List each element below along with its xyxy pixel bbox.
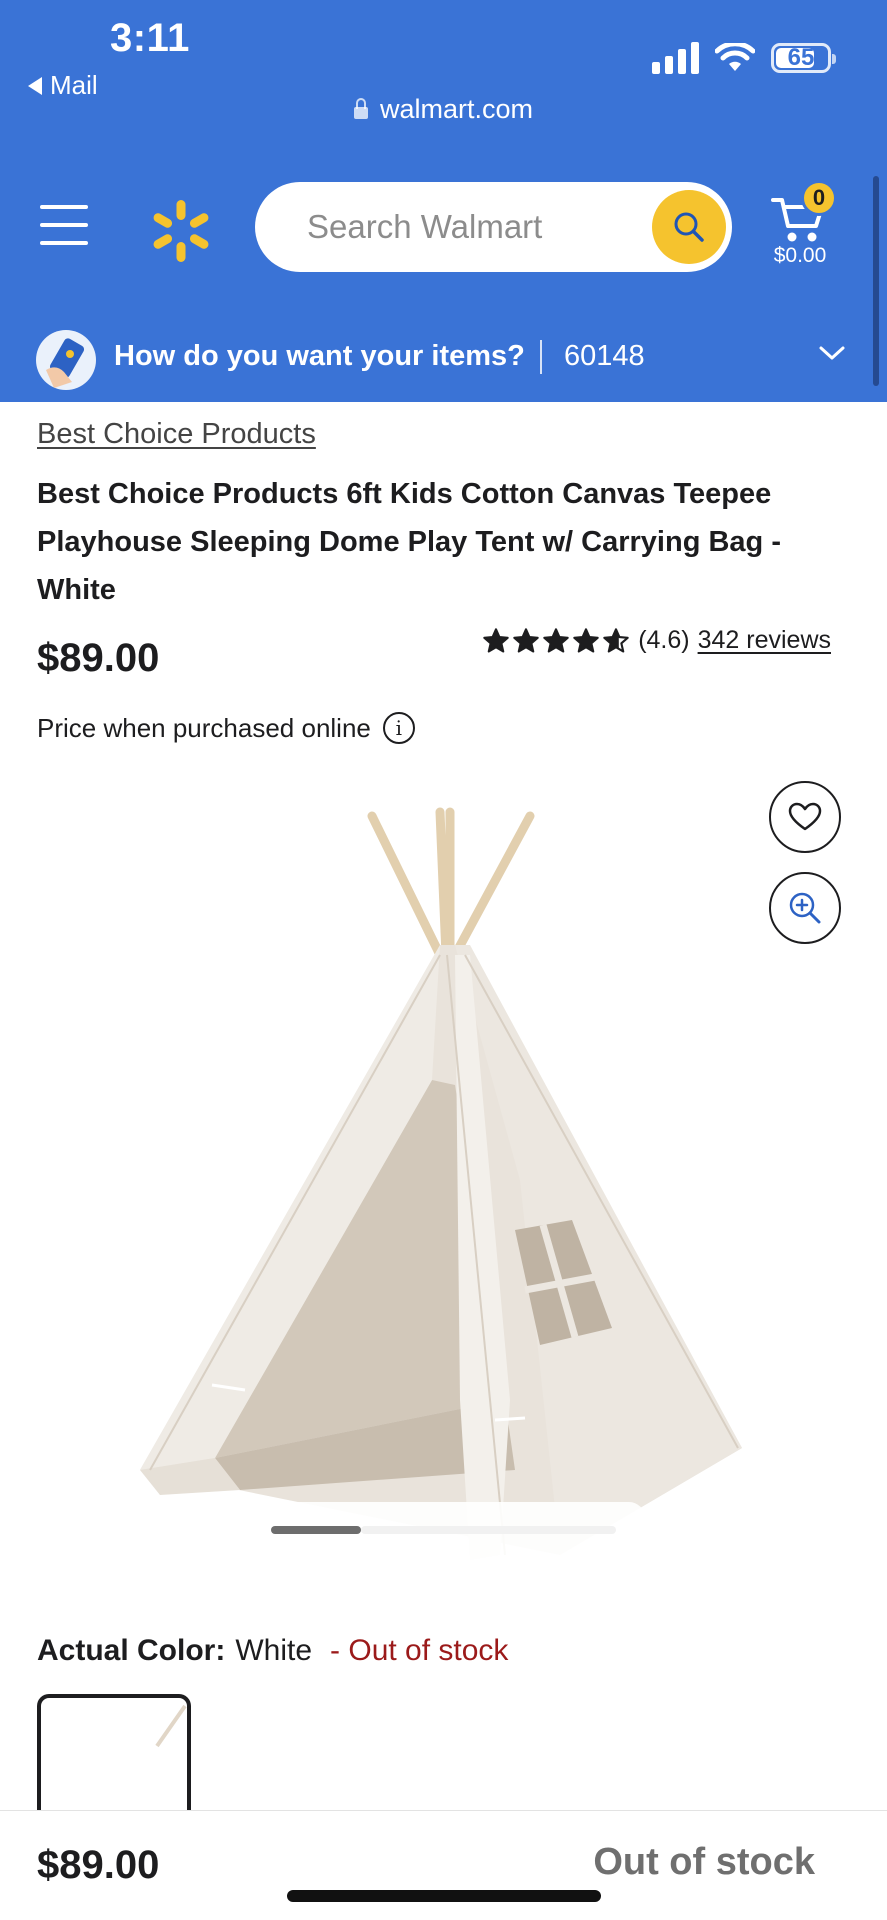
lock-icon [353, 97, 368, 119]
zoom-in-icon [789, 892, 821, 924]
color-label: Actual Color: [37, 1634, 226, 1667]
color-swatch-white[interactable] [37, 1694, 191, 1824]
carousel-active-dot [271, 1526, 361, 1534]
walmart-spark-icon[interactable] [148, 198, 214, 264]
star-icon [573, 627, 599, 653]
zip-code: 60148 [564, 340, 645, 372]
url-text: walmart.com [379, 94, 534, 124]
search-bar [255, 182, 732, 272]
star-rating [482, 627, 630, 655]
fulfillment-icon [36, 330, 96, 390]
battery-icon: 65 [771, 43, 836, 73]
image-carousel-indicator[interactable] [245, 1502, 645, 1566]
out-of-stock-status: Out of stock [593, 1841, 815, 1883]
favorite-button[interactable] [769, 781, 841, 853]
variant-availability: - Out of stock [330, 1634, 509, 1667]
product-image[interactable] [120, 800, 760, 1590]
fulfillment-divider [540, 340, 542, 374]
brand-link[interactable]: Best Choice Products [37, 418, 316, 451]
cart-total: $0.00 [773, 244, 827, 267]
zoom-button[interactable] [769, 872, 841, 944]
scrollbar[interactable] [873, 176, 879, 386]
bottom-price: $89.00 [37, 1843, 160, 1887]
star-icon [483, 627, 509, 653]
star-icon [513, 627, 539, 653]
chevron-down-icon[interactable] [818, 344, 846, 362]
search-icon [674, 212, 704, 242]
fulfillment-prompt: How do you want your items? [114, 340, 525, 372]
cart-count-badge: 0 [801, 180, 837, 216]
wifi-icon [715, 43, 755, 71]
battery-level: 65 [787, 44, 815, 71]
back-triangle-icon [28, 76, 42, 95]
home-indicator[interactable] [287, 1890, 601, 1902]
status-time: 3:11 [110, 16, 190, 60]
search-input[interactable] [307, 202, 607, 252]
search-button[interactable] [652, 190, 726, 264]
status-indicators: 65 [652, 42, 836, 74]
site-header: 3:11 Mail 65 walmart.com Search Walmart … [0, 0, 887, 402]
color-value: White [235, 1634, 313, 1667]
rating-value: (4.6) [638, 626, 690, 654]
heart-icon [788, 802, 822, 831]
product-title: Best Choice Products 6ft Kids Cotton Can… [37, 478, 781, 606]
address-bar[interactable]: walmart.com [0, 94, 887, 125]
price-note-text: Price when purchased online [37, 712, 371, 743]
product-price: $89.00 [37, 636, 160, 680]
signal-icon [652, 42, 699, 74]
price-note: Price when purchased online i [37, 712, 415, 744]
sticky-buy-bar: $89.00 Out of stock [0, 1810, 887, 1920]
reviews-link[interactable]: 342 reviews [698, 626, 831, 655]
color-variant-row: Actual Color: White - Out of stock [37, 1634, 508, 1668]
star-icon [543, 627, 569, 653]
star-icon [603, 627, 629, 653]
rating-summary[interactable]: (4.6) 342 reviews [482, 626, 831, 655]
menu-icon[interactable] [40, 205, 88, 245]
carousel-track [361, 1526, 616, 1534]
fulfillment-selector[interactable]: How do you want your items? 60148 [0, 318, 887, 402]
info-icon[interactable]: i [382, 712, 415, 744]
cart-button[interactable]: 0 $0.00 [765, 180, 840, 270]
